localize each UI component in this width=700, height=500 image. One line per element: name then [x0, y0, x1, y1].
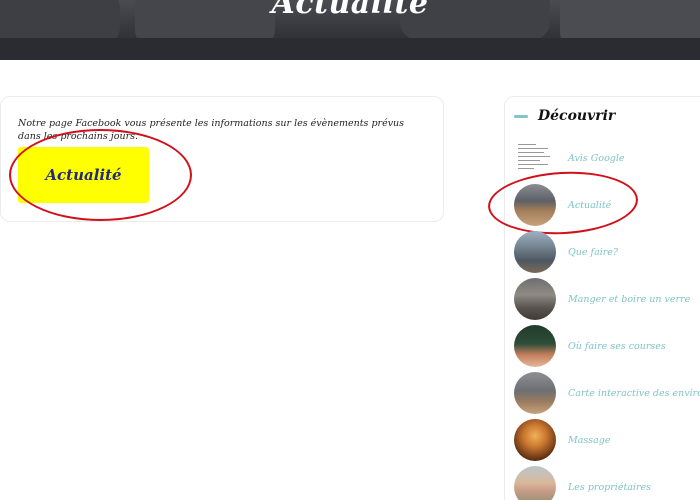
intro-text: Notre page Facebook vous présente les in… — [18, 118, 405, 142]
sidebar-title: Découvrir — [538, 108, 616, 124]
sidebar-item-label: Avis Google — [568, 152, 625, 164]
sidebar-item-label: Actualité — [568, 199, 612, 211]
sidebar-item-label: Massage — [568, 434, 611, 446]
sidebar-item-massage[interactable]: Massage — [514, 418, 700, 462]
actualite-button[interactable]: Actualité — [18, 147, 149, 203]
sidebar-item-label: Carte interactive des environs — [568, 387, 700, 399]
sidebar-item-label: Que faire? — [568, 246, 619, 258]
dash-icon — [514, 114, 528, 118]
sidebar-item-label: Où faire ses courses — [568, 340, 666, 352]
sidebar-header: Découvrir — [514, 108, 615, 124]
sidebar-item-que-faire[interactable]: Que faire? — [514, 230, 700, 274]
document-thumbnail-icon — [514, 137, 556, 179]
sidebar-item-carte[interactable]: Carte interactive des environs — [514, 371, 700, 415]
epicerie-thumbnail-icon — [514, 325, 556, 367]
sidebar-item-label: Les propriétaires — [568, 481, 652, 493]
sidebar-item-actualite[interactable]: Actualité — [514, 183, 700, 227]
massage-thumbnail-icon — [514, 419, 556, 461]
sidebar-item-label: Manger et boire un verre — [568, 293, 691, 305]
room-thumbnail-icon — [514, 372, 556, 414]
hero-banner: Actualité — [0, 0, 700, 60]
sidebar-item-manger[interactable]: Manger et boire un verre — [514, 277, 700, 321]
sidebar-item-proprietaires[interactable]: Les propriétaires — [514, 465, 700, 500]
page-title: Actualité — [271, 0, 429, 21]
restaurant-thumbnail-icon — [514, 278, 556, 320]
sidebar-item-courses[interactable]: Où faire ses courses — [514, 324, 700, 368]
town-thumbnail-icon — [514, 231, 556, 273]
sidebar-item-avis-google[interactable]: Avis Google — [514, 136, 700, 180]
living-room-thumbnail-icon — [514, 184, 556, 226]
owners-thumbnail-icon — [514, 466, 556, 500]
sofa-seat — [0, 38, 700, 60]
